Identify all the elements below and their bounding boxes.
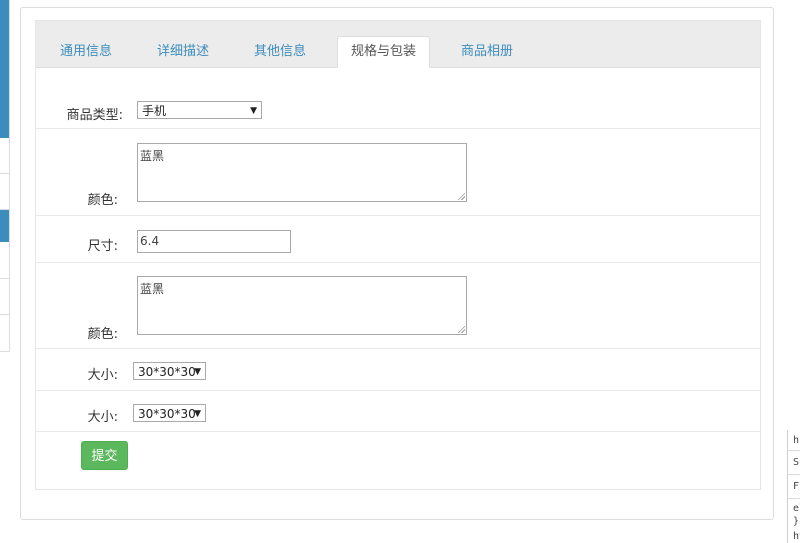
size-label: 尺寸: — [87, 239, 118, 254]
sidebar-item-active[interactable] — [0, 210, 9, 242]
color-textarea[interactable]: 蓝黑 — [137, 143, 467, 202]
form-row-product-type: 商品类型: 手机 ▼ — [36, 68, 760, 129]
form-row-size: 尺寸: 6.4 — [36, 216, 760, 263]
size-input[interactable]: 6.4 — [137, 230, 291, 253]
dimension-2-select[interactable]: 30*30*30 ▼ — [133, 404, 206, 422]
color-label: 颜色: — [87, 193, 118, 208]
dropdown-arrow-icon: ▼ — [250, 106, 257, 116]
content-panel: 通用信息 详细描述 其他信息 规格与包装 商品相册 商品类型: 手机 ▼ 颜色:… — [20, 7, 774, 520]
color-2-textarea[interactable]: 蓝黑 — [137, 276, 467, 335]
form-row-dimension-2: 大小: 30*30*30 ▼ — [36, 391, 760, 432]
sidebar-item[interactable] — [0, 315, 9, 352]
form-row-dimension: 大小: 30*30*30 ▼ — [36, 349, 760, 391]
product-type-select[interactable]: 手机 ▼ — [137, 101, 262, 119]
sidebar-item[interactable] — [0, 279, 9, 315]
tab-bar: 通用信息 详细描述 其他信息 规格与包装 商品相册 — [36, 21, 760, 68]
resize-grip-icon[interactable] — [457, 192, 465, 200]
color-2-value: 蓝黑 — [140, 282, 165, 296]
devtools-text: el — [793, 503, 800, 514]
form-row-color: 颜色: 蓝黑 — [36, 129, 760, 216]
dimension-label: 大小: — [87, 368, 118, 383]
form-row-color-2: 颜色: 蓝黑 — [36, 263, 760, 349]
tab-container: 通用信息 详细描述 其他信息 规格与包装 商品相册 商品类型: 手机 ▼ 颜色:… — [35, 20, 761, 490]
tab-detail-description[interactable]: 详细描述 — [144, 37, 222, 67]
dimension-select[interactable]: 30*30*30 ▼ — [133, 362, 206, 380]
tab-other-info[interactable]: 其他信息 — [241, 37, 319, 67]
sidebar-active-block[interactable] — [0, 0, 9, 138]
product-type-value: 手机 — [142, 104, 167, 118]
dropdown-arrow-icon: ▼ — [194, 367, 201, 377]
devtools-text: S — [793, 457, 800, 468]
color-value: 蓝黑 — [140, 149, 165, 163]
resize-grip-icon[interactable] — [457, 325, 465, 333]
sidebar-item[interactable] — [0, 138, 9, 174]
devtools-text: h — [793, 435, 800, 446]
devtools-text: F — [793, 481, 800, 492]
dimension-2-label: 大小: — [87, 410, 118, 425]
sidebar-item[interactable] — [0, 243, 9, 279]
dropdown-arrow-icon: ▼ — [194, 409, 201, 419]
sidebar-item[interactable] — [0, 174, 9, 210]
dimension-2-value: 30*30*30 — [138, 407, 196, 421]
devtools-text: ht — [793, 531, 800, 542]
tab-general-info[interactable]: 通用信息 — [47, 37, 125, 67]
sidebar-edge — [0, 0, 10, 352]
product-type-label: 商品类型: — [66, 108, 123, 123]
tab-product-album[interactable]: 商品相册 — [448, 37, 526, 67]
devtools-edge: h S F el } ht — [787, 430, 800, 543]
size-value: 6.4 — [140, 234, 160, 248]
submit-button[interactable]: 提交 — [81, 441, 128, 470]
dimension-value: 30*30*30 — [138, 365, 196, 379]
color-2-label: 颜色: — [87, 327, 118, 342]
devtools-text: } — [793, 516, 800, 527]
tab-spec-packaging[interactable]: 规格与包装 — [337, 36, 431, 68]
